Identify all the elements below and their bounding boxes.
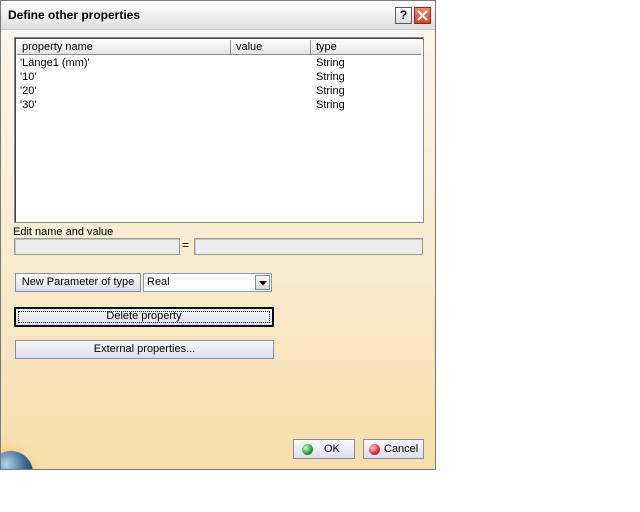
help-icon: ? [399,8,408,22]
edit-name-value-label: Edit name and value [13,226,114,238]
external-properties-button[interactable]: External properties... [15,340,274,359]
define-properties-dialog: Define other properties ? property name … [0,0,436,470]
row-type: String [316,57,345,69]
parameter-type-value: Real [147,276,170,288]
equals-sign: = [182,238,190,252]
window-title: Define other properties [8,8,141,22]
row-name: '20' [20,85,37,97]
close-icon [417,10,428,21]
properties-list[interactable]: property name value type 'Länge1 (mm)' S… [14,37,424,223]
delete-property-button[interactable]: Delete property [14,307,274,327]
property-name-field[interactable] [14,238,180,255]
row-type: String [316,99,345,111]
list-item[interactable]: '20' String [17,84,421,98]
property-value-field[interactable] [194,238,423,255]
cancel-icon [369,444,380,455]
ok-icon [302,444,313,455]
column-header-type[interactable]: type [311,40,421,55]
help-button[interactable]: ? [395,7,412,24]
row-name: '30' [20,99,37,111]
globe-logo-icon [1,431,49,469]
dropdown-arrow-button[interactable] [255,275,270,290]
cancel-button[interactable]: Cancel [363,439,424,459]
title-bar[interactable]: Define other properties ? [1,1,435,30]
list-item[interactable]: '10' String [17,70,421,84]
ok-button[interactable]: OK [293,439,355,459]
row-name: 'Länge1 (mm)' [20,57,90,69]
close-button[interactable] [414,7,431,24]
ok-label: OK [324,443,340,455]
list-item[interactable]: '30' String [17,98,421,112]
row-type: String [316,85,345,97]
focus-indicator [18,311,270,323]
list-item[interactable]: 'Länge1 (mm)' String [17,56,421,70]
chevron-down-icon [259,281,267,286]
cancel-label: Cancel [384,443,419,455]
parameter-type-select[interactable]: Real [143,273,272,292]
list-header: property name value type [17,40,421,55]
new-parameter-button[interactable]: New Parameter of type [15,273,141,292]
column-header-name[interactable]: property name [17,40,231,55]
column-header-value[interactable]: value [231,40,311,55]
row-name: '10' [20,71,37,83]
row-type: String [316,71,345,83]
